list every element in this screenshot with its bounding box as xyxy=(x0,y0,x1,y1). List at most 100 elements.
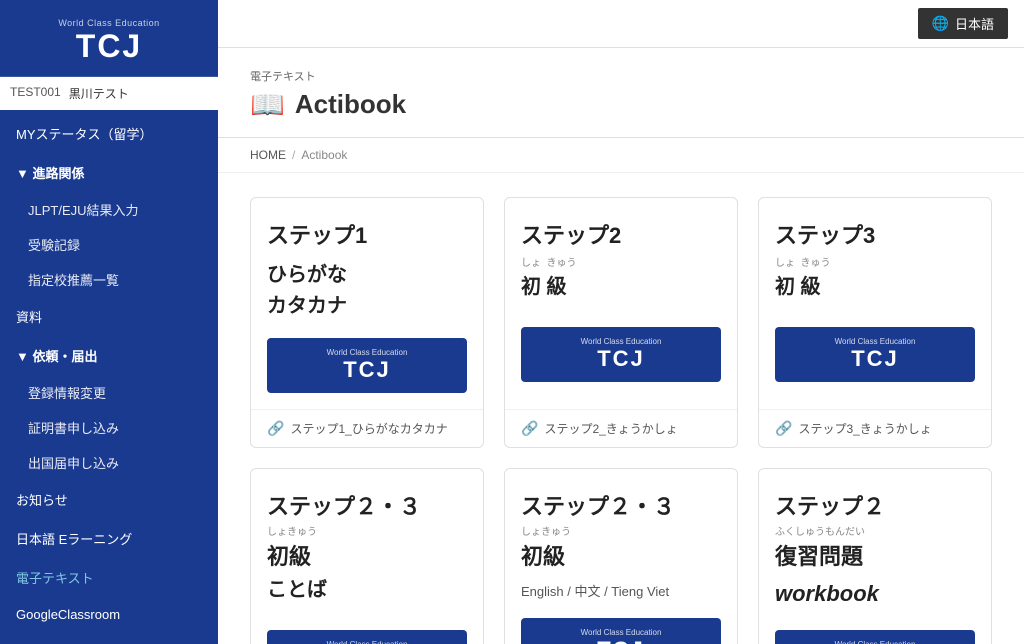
badge-world-class-5: World Class Education xyxy=(539,628,703,637)
card-step3-badge: World Class Education TCJ xyxy=(775,327,975,382)
badge-world-class-2: World Class Education xyxy=(539,337,703,346)
link-icon: 🔗 xyxy=(267,420,284,437)
card-step23-kotoba-ruby: しょきゅう xyxy=(267,527,327,539)
card-step2-workbook-text: workbook xyxy=(775,581,879,607)
card-step1-label: ステップ1 xyxy=(267,218,367,250)
badge-world-class-3: World Class Education xyxy=(793,337,957,346)
app-title-row: 📖 Actibook xyxy=(250,88,992,121)
card-step2-workbook-badge: World Class Education TCJ xyxy=(775,630,975,644)
user-id: TEST001 xyxy=(10,85,61,102)
lang-label: 日本語 xyxy=(955,14,994,33)
sidebar-item-certificate[interactable]: 証明書申し込み xyxy=(0,410,218,445)
sidebar-item-elearning[interactable]: 日本語 Eラーニング xyxy=(0,519,218,558)
sidebar-section-requests: ▼ 依頼・届出 xyxy=(0,336,218,375)
card-step2-workbook-body: ステップ２ ふくしゅうもんだい 復習問題 workbook World Clas… xyxy=(759,469,991,644)
card-step1-badge: World Class Education TCJ xyxy=(267,338,467,393)
card-step2-label: ステップ2 xyxy=(521,218,621,250)
card-step1-katakana: カタカナ xyxy=(267,289,347,318)
card-step23-english[interactable]: ステップ２・３ しょきゅう 初級 English / 中文 / Tieng Vi… xyxy=(504,468,738,644)
card-step2-main: 初 級 xyxy=(521,270,577,299)
badge-world-class-6: World Class Education xyxy=(793,640,957,644)
badge-world-class: World Class Education xyxy=(285,348,449,357)
user-name: 黒川テスト xyxy=(69,85,129,102)
sidebar-item-recommended-schools[interactable]: 指定校推薦一覧 xyxy=(0,262,218,297)
card-step23-english-ruby: しょきゅう xyxy=(521,527,571,539)
card-step2-badge: World Class Education TCJ xyxy=(521,327,721,382)
sidebar-item-google-classroom[interactable]: GoogleClassroom xyxy=(0,597,218,632)
language-button[interactable]: 🌐 日本語 xyxy=(918,8,1008,39)
sidebar-nav: MYステータス（留学） ▼ 進路関係 JLPT/EJU結果入力 受験記録 指定校… xyxy=(0,110,218,644)
card-step23-english-label: ステップ２・３ xyxy=(521,489,675,521)
card-step23-kotoba-shokyu: 初級 xyxy=(267,539,327,571)
card-step1-footer-label: ステップ1_ひらがなカタカナ xyxy=(290,420,447,437)
card-step23-english-badge: World Class Education TCJ xyxy=(521,618,721,644)
card-step2-workbook[interactable]: ステップ２ ふくしゅうもんだい 復習問題 workbook World Clas… xyxy=(758,468,992,644)
content-area: 電子テキスト 📖 Actibook HOME / Actibook ステップ1 … xyxy=(218,48,1024,644)
card-step23-english-shokyu: 初級 xyxy=(521,539,571,571)
card-step3-body: ステップ3 しょ きゅう 初 級 World Class Education T… xyxy=(759,198,991,409)
badge-tcj-5: TCJ xyxy=(539,637,703,644)
card-step2[interactable]: ステップ2 しょ きゅう 初 級 World Class Education T… xyxy=(504,197,738,448)
card-step23-kotoba-label: ステップ２・３ xyxy=(267,489,421,521)
card-step23-kotoba-subtitle: しょきゅう 初級 ことば xyxy=(267,527,327,614)
card-step1-body: ステップ1 ひらがな カタカナ World Class Education TC… xyxy=(251,198,483,409)
card-step2-workbook-fukushu: 復習問題 xyxy=(775,539,865,571)
card-step3-ruby: しょ きゅう xyxy=(775,258,831,270)
card-step2-subtitle: しょ きゅう 初 級 xyxy=(521,258,577,311)
breadcrumb-separator: / xyxy=(292,148,295,162)
card-step2-body: ステップ2 しょ きゅう 初 級 World Class Education T… xyxy=(505,198,737,409)
main-content: 🌐 日本語 電子テキスト 📖 Actibook HOME / Actibook … xyxy=(218,0,1024,644)
card-step3-label: ステップ3 xyxy=(775,218,875,250)
world-class-label: World Class Education xyxy=(16,18,202,28)
card-step1-footer: 🔗 ステップ1_ひらがなカタカナ xyxy=(251,409,483,447)
link-icon-2: 🔗 xyxy=(521,420,538,437)
card-step23-english-sub: English / 中文 / Tieng Viet xyxy=(521,581,669,600)
card-step23-kotoba-body: ステップ２・３ しょきゅう 初級 ことば World Class Educati… xyxy=(251,469,483,644)
sidebar-item-departure[interactable]: 出国届申し込み xyxy=(0,445,218,480)
card-step23-english-body: ステップ２・３ しょきゅう 初級 English / 中文 / Tieng Vi… xyxy=(505,469,737,644)
card-step3-footer-label: ステップ3_きょうかしょ xyxy=(798,420,931,437)
card-step3-main: 初 級 xyxy=(775,270,831,299)
card-step2-footer: 🔗 ステップ2_きょうかしょ xyxy=(505,409,737,447)
sidebar-item-materials[interactable]: 資料 xyxy=(0,297,218,336)
badge-tcj-2: TCJ xyxy=(539,346,703,372)
book-icon: 📖 xyxy=(250,88,285,121)
sidebar-item-registration-change[interactable]: 登録情報変更 xyxy=(0,375,218,410)
card-step3-subtitle: しょ きゅう 初 級 xyxy=(775,258,831,311)
card-step3-footer: 🔗 ステップ3_きょうかしょ xyxy=(759,409,991,447)
tcj-logo: TCJ xyxy=(16,30,202,62)
sidebar-item-digital-text[interactable]: 電子テキスト xyxy=(0,558,218,597)
sidebar-logo: World Class Education TCJ xyxy=(0,0,218,77)
app-title: Actibook xyxy=(295,89,406,120)
cards-grid: ステップ1 ひらがな カタカナ World Class Education TC… xyxy=(218,173,1024,644)
card-step2-footer-label: ステップ2_きょうかしょ xyxy=(544,420,677,437)
sidebar-section-career: ▼ 進路関係 xyxy=(0,153,218,192)
card-step23-kotoba-badge: World Class Education TCJ xyxy=(267,630,467,644)
card-step2-ruby: しょ きゅう xyxy=(521,258,577,270)
badge-world-class-4: World Class Education xyxy=(285,640,449,644)
sidebar-item-my-status[interactable]: MYステータス（留学） xyxy=(0,114,218,153)
card-step23-english-subtitle: しょきゅう 初級 xyxy=(521,527,571,573)
breadcrumb: HOME / Actibook xyxy=(218,138,1024,173)
sidebar: World Class Education TCJ TEST001 黒川テスト … xyxy=(0,0,218,644)
card-step1-hiragana: ひらがな xyxy=(267,258,347,287)
card-step23-kotoba-kotoba: ことば xyxy=(267,573,327,602)
card-step2-workbook-ruby: ふくしゅうもんだい xyxy=(775,527,865,539)
badge-tcj-3: TCJ xyxy=(793,346,957,372)
link-icon-3: 🔗 xyxy=(775,420,792,437)
breadcrumb-home[interactable]: HOME xyxy=(250,148,286,162)
globe-icon: 🌐 xyxy=(932,15,949,32)
sidebar-item-jlpt[interactable]: JLPT/EJU結果入力 xyxy=(0,192,218,227)
user-bar: TEST001 黒川テスト xyxy=(0,77,218,110)
card-step1[interactable]: ステップ1 ひらがな カタカナ World Class Education TC… xyxy=(250,197,484,448)
topbar: 🌐 日本語 xyxy=(218,0,1024,48)
card-step2-workbook-label: ステップ２ xyxy=(775,489,885,521)
page-header: 電子テキスト 📖 Actibook xyxy=(218,48,1024,138)
sidebar-item-notices[interactable]: お知らせ xyxy=(0,480,218,519)
app-label: 電子テキスト xyxy=(250,68,992,84)
card-step23-kotoba[interactable]: ステップ２・３ しょきゅう 初級 ことば World Class Educati… xyxy=(250,468,484,644)
sidebar-item-exam-records[interactable]: 受験記録 xyxy=(0,227,218,262)
sidebar-item-jobs[interactable]: 求人情報 xyxy=(0,632,218,644)
card-step2-workbook-subtitle: ふくしゅうもんだい 復習問題 xyxy=(775,527,865,573)
card-step3[interactable]: ステップ3 しょ きゅう 初 級 World Class Education T… xyxy=(758,197,992,448)
